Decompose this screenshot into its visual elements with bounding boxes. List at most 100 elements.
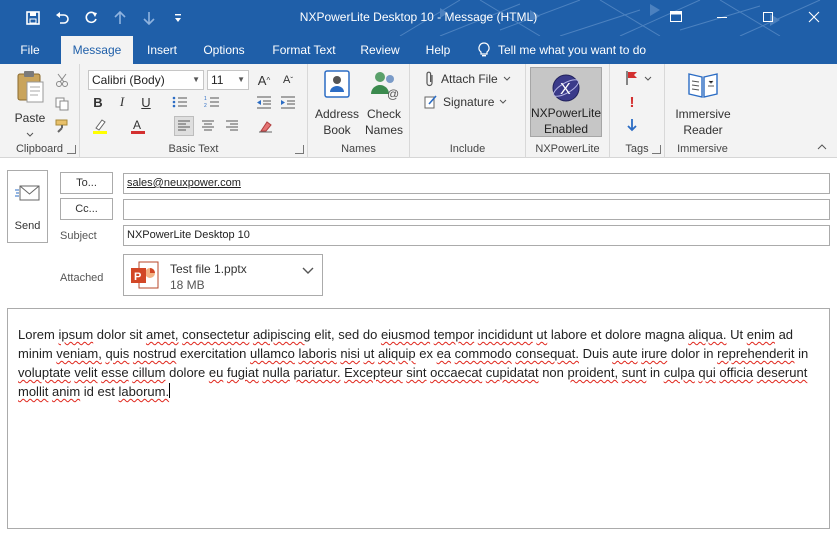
numbering-icon[interactable]: 12 bbox=[202, 92, 222, 112]
highlight-icon[interactable] bbox=[90, 116, 110, 136]
message-body[interactable]: Lorem ipsum dolor sit amet, consectetur … bbox=[7, 308, 830, 529]
misspelled-word[interactable]: eiusmod bbox=[381, 327, 430, 342]
shrink-font-icon[interactable]: Aˇ bbox=[278, 70, 298, 90]
misspelled-word[interactable]: incididunt bbox=[478, 327, 533, 342]
misspelled-word[interactable]: fugiat bbox=[227, 365, 259, 380]
tab-file[interactable]: File bbox=[8, 36, 52, 64]
misspelled-word[interactable]: anim bbox=[52, 384, 80, 399]
attachment-item[interactable]: P Test file 1.pptx 18 MB bbox=[123, 254, 323, 296]
close-icon[interactable] bbox=[791, 0, 837, 34]
misspelled-word[interactable]: laboris bbox=[298, 346, 336, 361]
misspelled-word[interactable]: aliquip bbox=[378, 346, 416, 361]
misspelled-word[interactable]: nisi bbox=[340, 346, 360, 361]
misspelled-word[interactable]: reprehenderit bbox=[717, 346, 794, 361]
misspelled-word[interactable]: adipiscing bbox=[253, 327, 311, 342]
bold-icon[interactable]: B bbox=[88, 92, 108, 112]
misspelled-word[interactable]: proident, bbox=[568, 365, 619, 380]
to-field[interactable]: sales@neuxpower.com bbox=[123, 173, 830, 194]
misspelled-word[interactable]: esse bbox=[101, 365, 128, 380]
misspelled-word[interactable]: tempor bbox=[434, 327, 474, 342]
follow-up-flag-icon[interactable] bbox=[622, 68, 642, 88]
copy-icon[interactable] bbox=[52, 94, 72, 114]
misspelled-word[interactable]: pariatur. bbox=[293, 365, 340, 380]
font-name-select[interactable]: Calibri (Body) ▼ bbox=[88, 70, 204, 90]
tags-launcher-icon[interactable] bbox=[652, 145, 661, 154]
bullets-icon[interactable] bbox=[170, 92, 190, 112]
misspelled-word[interactable]: commodo bbox=[455, 346, 512, 361]
misspelled-word[interactable]: quis bbox=[105, 346, 129, 361]
align-right-icon[interactable] bbox=[222, 116, 242, 136]
misspelled-word[interactable]: nulla bbox=[262, 365, 289, 380]
minimize-icon[interactable] bbox=[699, 0, 745, 34]
clear-formatting-icon[interactable] bbox=[256, 116, 276, 136]
to-button[interactable]: To... bbox=[60, 172, 113, 194]
format-painter-icon[interactable] bbox=[52, 116, 72, 136]
misspelled-word[interactable]: ipsum bbox=[58, 327, 93, 342]
grow-font-icon[interactable]: A ^ bbox=[254, 70, 274, 90]
misspelled-word[interactable]: ut bbox=[536, 327, 547, 342]
attach-file-button[interactable]: Attach File bbox=[424, 68, 511, 90]
increase-indent-icon[interactable] bbox=[278, 92, 298, 112]
misspelled-word[interactable]: aliqua. bbox=[688, 327, 726, 342]
tab-format-text[interactable]: Format Text bbox=[264, 36, 344, 64]
misspelled-word[interactable]: laborum. bbox=[119, 384, 170, 399]
tab-options[interactable]: Options bbox=[194, 36, 254, 64]
misspelled-word[interactable]: amet, bbox=[146, 327, 179, 342]
tab-help[interactable]: Help bbox=[416, 36, 460, 64]
cut-icon[interactable] bbox=[52, 70, 72, 90]
misspelled-word[interactable]: officia bbox=[719, 365, 753, 380]
cc-field[interactable] bbox=[123, 199, 830, 220]
misspelled-word[interactable]: sint bbox=[406, 365, 426, 380]
misspelled-word[interactable]: nostrud bbox=[133, 346, 176, 361]
misspelled-word[interactable]: Excepteur bbox=[344, 365, 403, 380]
nxpowerlite-enabled-button[interactable]: X NXPowerLite Enabled bbox=[530, 67, 602, 137]
misspelled-word[interactable]: deserunt bbox=[757, 365, 808, 380]
collapse-ribbon-icon[interactable] bbox=[817, 139, 827, 153]
misspelled-word[interactable]: aute bbox=[612, 346, 637, 361]
high-importance-icon[interactable]: ! bbox=[622, 92, 642, 112]
misspelled-word[interactable]: voluptate bbox=[18, 365, 71, 380]
decrease-indent-icon[interactable] bbox=[254, 92, 274, 112]
misspelled-word[interactable]: consequat. bbox=[515, 346, 579, 361]
misspelled-word[interactable]: irure bbox=[641, 346, 667, 361]
misspelled-word[interactable]: eu bbox=[209, 365, 223, 380]
font-color-icon[interactable]: A bbox=[128, 116, 148, 136]
misspelled-word[interactable]: ea bbox=[437, 346, 451, 361]
address-book-button[interactable]: Address Book bbox=[314, 68, 360, 138]
recipient-address[interactable]: sales@neuxpower.com bbox=[127, 177, 241, 189]
maximize-icon[interactable] bbox=[745, 0, 791, 34]
misspelled-word[interactable]: velit bbox=[74, 365, 97, 380]
italic-icon[interactable]: I bbox=[112, 92, 132, 112]
ribbon-display-options-icon[interactable] bbox=[653, 0, 699, 34]
immersive-reader-button[interactable]: Immersive Reader bbox=[670, 68, 736, 138]
misspelled-word[interactable]: enim bbox=[747, 327, 775, 342]
tab-insert[interactable]: Insert bbox=[139, 36, 185, 64]
signature-button[interactable]: Signature bbox=[424, 91, 507, 113]
misspelled-word[interactable]: cupidatat bbox=[486, 365, 539, 380]
send-button[interactable]: Send bbox=[7, 170, 48, 243]
clipboard-launcher-icon[interactable] bbox=[67, 145, 76, 154]
tell-me-search[interactable]: Tell me what you want to do bbox=[478, 36, 646, 64]
misspelled-word[interactable]: sunt bbox=[622, 365, 647, 380]
chevron-down-icon[interactable] bbox=[302, 267, 314, 275]
low-importance-icon[interactable] bbox=[622, 115, 642, 135]
misspelled-word[interactable]: occaecat bbox=[430, 365, 482, 380]
misspelled-word[interactable]: qui bbox=[698, 365, 715, 380]
check-names-button[interactable]: @ Check Names bbox=[362, 68, 406, 138]
misspelled-word[interactable]: veniam, bbox=[56, 346, 102, 361]
misspelled-word[interactable]: culpa bbox=[664, 365, 695, 380]
align-center-icon[interactable] bbox=[198, 116, 218, 136]
align-left-icon[interactable] bbox=[174, 116, 194, 136]
misspelled-word[interactable]: cillum bbox=[132, 365, 165, 380]
misspelled-word[interactable]: consectetur bbox=[182, 327, 249, 342]
underline-icon[interactable]: U bbox=[136, 92, 156, 112]
cc-button[interactable]: Cc... bbox=[60, 198, 113, 220]
tab-review[interactable]: Review bbox=[352, 36, 408, 64]
misspelled-word[interactable]: ut bbox=[364, 346, 375, 361]
tab-message[interactable]: Message bbox=[61, 36, 133, 64]
basic-text-launcher-icon[interactable] bbox=[295, 145, 304, 154]
misspelled-word[interactable]: mollit bbox=[18, 384, 48, 399]
misspelled-word[interactable]: ullamco bbox=[250, 346, 295, 361]
font-size-select[interactable]: 11 ▼ bbox=[207, 70, 249, 90]
paste-button[interactable]: Paste bbox=[8, 68, 52, 142]
